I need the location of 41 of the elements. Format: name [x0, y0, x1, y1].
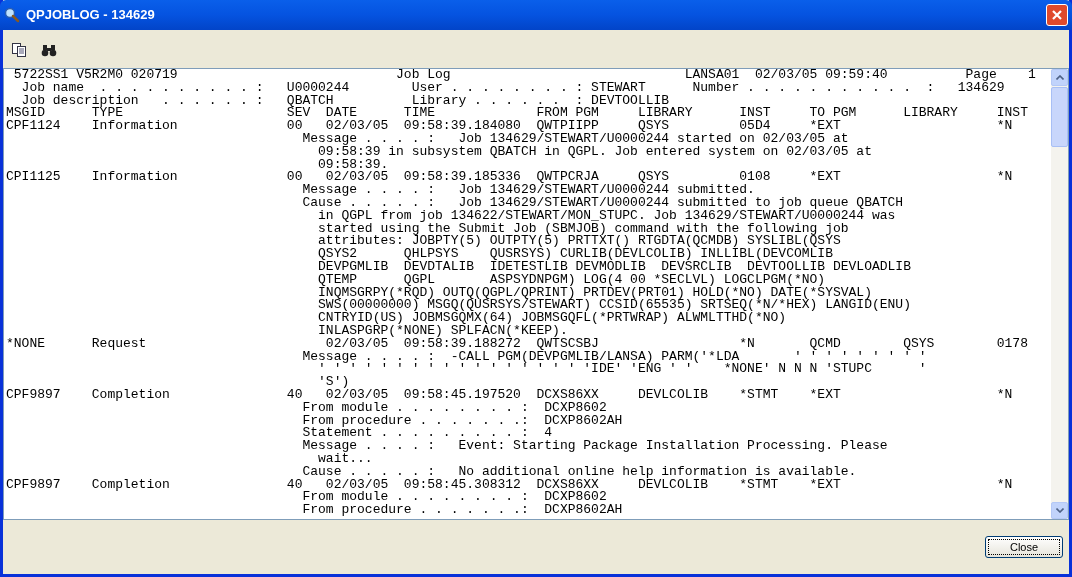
log-line: Message . . . . : Job 134629/STEWART/U0000244 started on 02/03/05 at [301, 133, 850, 146]
log-line: CNTRYID(US) JOBMSGQMX(64) JOBMSGQFL(*PRTWRAP) ALWMLTTHD(*NO) [317, 312, 787, 325]
log-line: Statement . . . . . . . . . : 4 [301, 427, 553, 441]
magnifier-icon [4, 7, 20, 23]
log-line: Job name . . . . . . . . . . : U0000244 User . . . . . . . . : STEWART Number . . . . . . . . . . . : 134629 [20, 81, 1006, 95]
close-dialog-button[interactable]: Close [985, 536, 1063, 558]
scroll-up-icon [1055, 75, 1064, 80]
log-line: INLASPGRP(*NONE) SPLFACN(*KEEP). [317, 324, 568, 338]
log-line: 09:58:39 in subsystem QBATCH in QGPL. Job entered system on 02/03/05 at [318, 145, 873, 159]
log-line: 09:58:39. [317, 158, 390, 172]
log-line: 'S') [317, 376, 350, 389]
log-line: From module . . . . . . . . : DCXP8602 [301, 401, 608, 415]
log-line: Message . . . . : Event: Starting Package Installation Processing. Please [301, 440, 889, 453]
log-line: 5722SS1 V5R2M0 020719 Job Log LANSA01 02/03/05 09:59:40 Page 1 [12, 69, 1037, 82]
binoculars-icon[interactable] [41, 42, 57, 58]
scrollbar-thumb[interactable] [1051, 87, 1068, 147]
log-line: wait... [318, 452, 374, 466]
log-line: *NONE Request 02/03/05 09:58:39.188272 QWTSCSBJ *N QCMD QSYS 0178 [6, 337, 1029, 351]
log-line: From procedure . . . . . . .: DCXP8602AH [301, 504, 624, 517]
window-title: QPJOBLOG - 134629 [26, 6, 156, 25]
close-button[interactable] [1046, 4, 1068, 26]
log-line: CPF1124 Information 00 02/03/05 09:58:39.184080 QWTPIIPP QSYS 05D4 *EXT *N [6, 120, 1014, 133]
log-line: QTEMP QGPL ASPSYDNPGM) LOG(4 00 *SECLVL) LOGCLPGM(*NO) [317, 273, 826, 287]
scrollbar[interactable] [1051, 69, 1068, 519]
log-line: MSGID TYPE SEV DATE TIME FROM PGM LIBRARY INST TO PGM LIBRARY INST [6, 107, 1029, 121]
log-line: CPF9897 Completion 40 02/03/05 09:58:45.197520 DCXS86XX DEVLCOLIB *STMT *EXT *N [6, 388, 1014, 402]
log-line: DEVPGMLIB DEVDTALIB IDETESTLIB DEVMODLIB DEVSRCLIB DEVTOOLLIB DEVLOADLIB [317, 260, 912, 274]
log-line: From procedure . . . . . . .: DCXP8602AH [301, 414, 624, 428]
log-line: Cause . . . . . : Job 134629/STEWART/U0000244 submitted to job queue QBATCH [301, 196, 905, 210]
log-line: From module . . . . . . . . : DCXP8602 [301, 491, 607, 505]
log-line: Job description . . . . . . : QBATCH Library . . . . . . : DEVTOOLLIB [21, 94, 670, 108]
scroll-down-icon [1055, 508, 1064, 513]
log-line: ' ' ' ' ' ' ' ' ' ' ' ' ' ' ' ' ' 'IDE' 'ENG ' ' *NONE' N N N 'STUPC ' [318, 363, 928, 377]
log-line: CPF9897 Completion 40 02/03/05 09:58:45.308312 DCXS86XX DEVLCOLIB *STMT *EXT *N [6, 478, 1014, 492]
log-line: Message . . . . : Job 134629/STEWART/U0000244 submitted. [301, 184, 756, 197]
log-line: in QGPL from job 134622/STEWART/MON_STUPC. Job 134629/STEWART/U0000244 was [317, 209, 896, 223]
log-line: CPI1125 Information 00 02/03/05 09:58:39.185336 QWTPCRJA QSYS 0108 *EXT *N [6, 171, 1014, 185]
log-line: Cause . . . . . : No additional online help information is available. [301, 465, 858, 479]
close-icon [1051, 9, 1063, 21]
log-line: QSYS2 QHLPSYS QUSRSYS) CURLIB(DEVLCOLIB) INLLIBL(DEVCOMLIB [317, 248, 833, 261]
copy-icon[interactable] [11, 42, 27, 58]
